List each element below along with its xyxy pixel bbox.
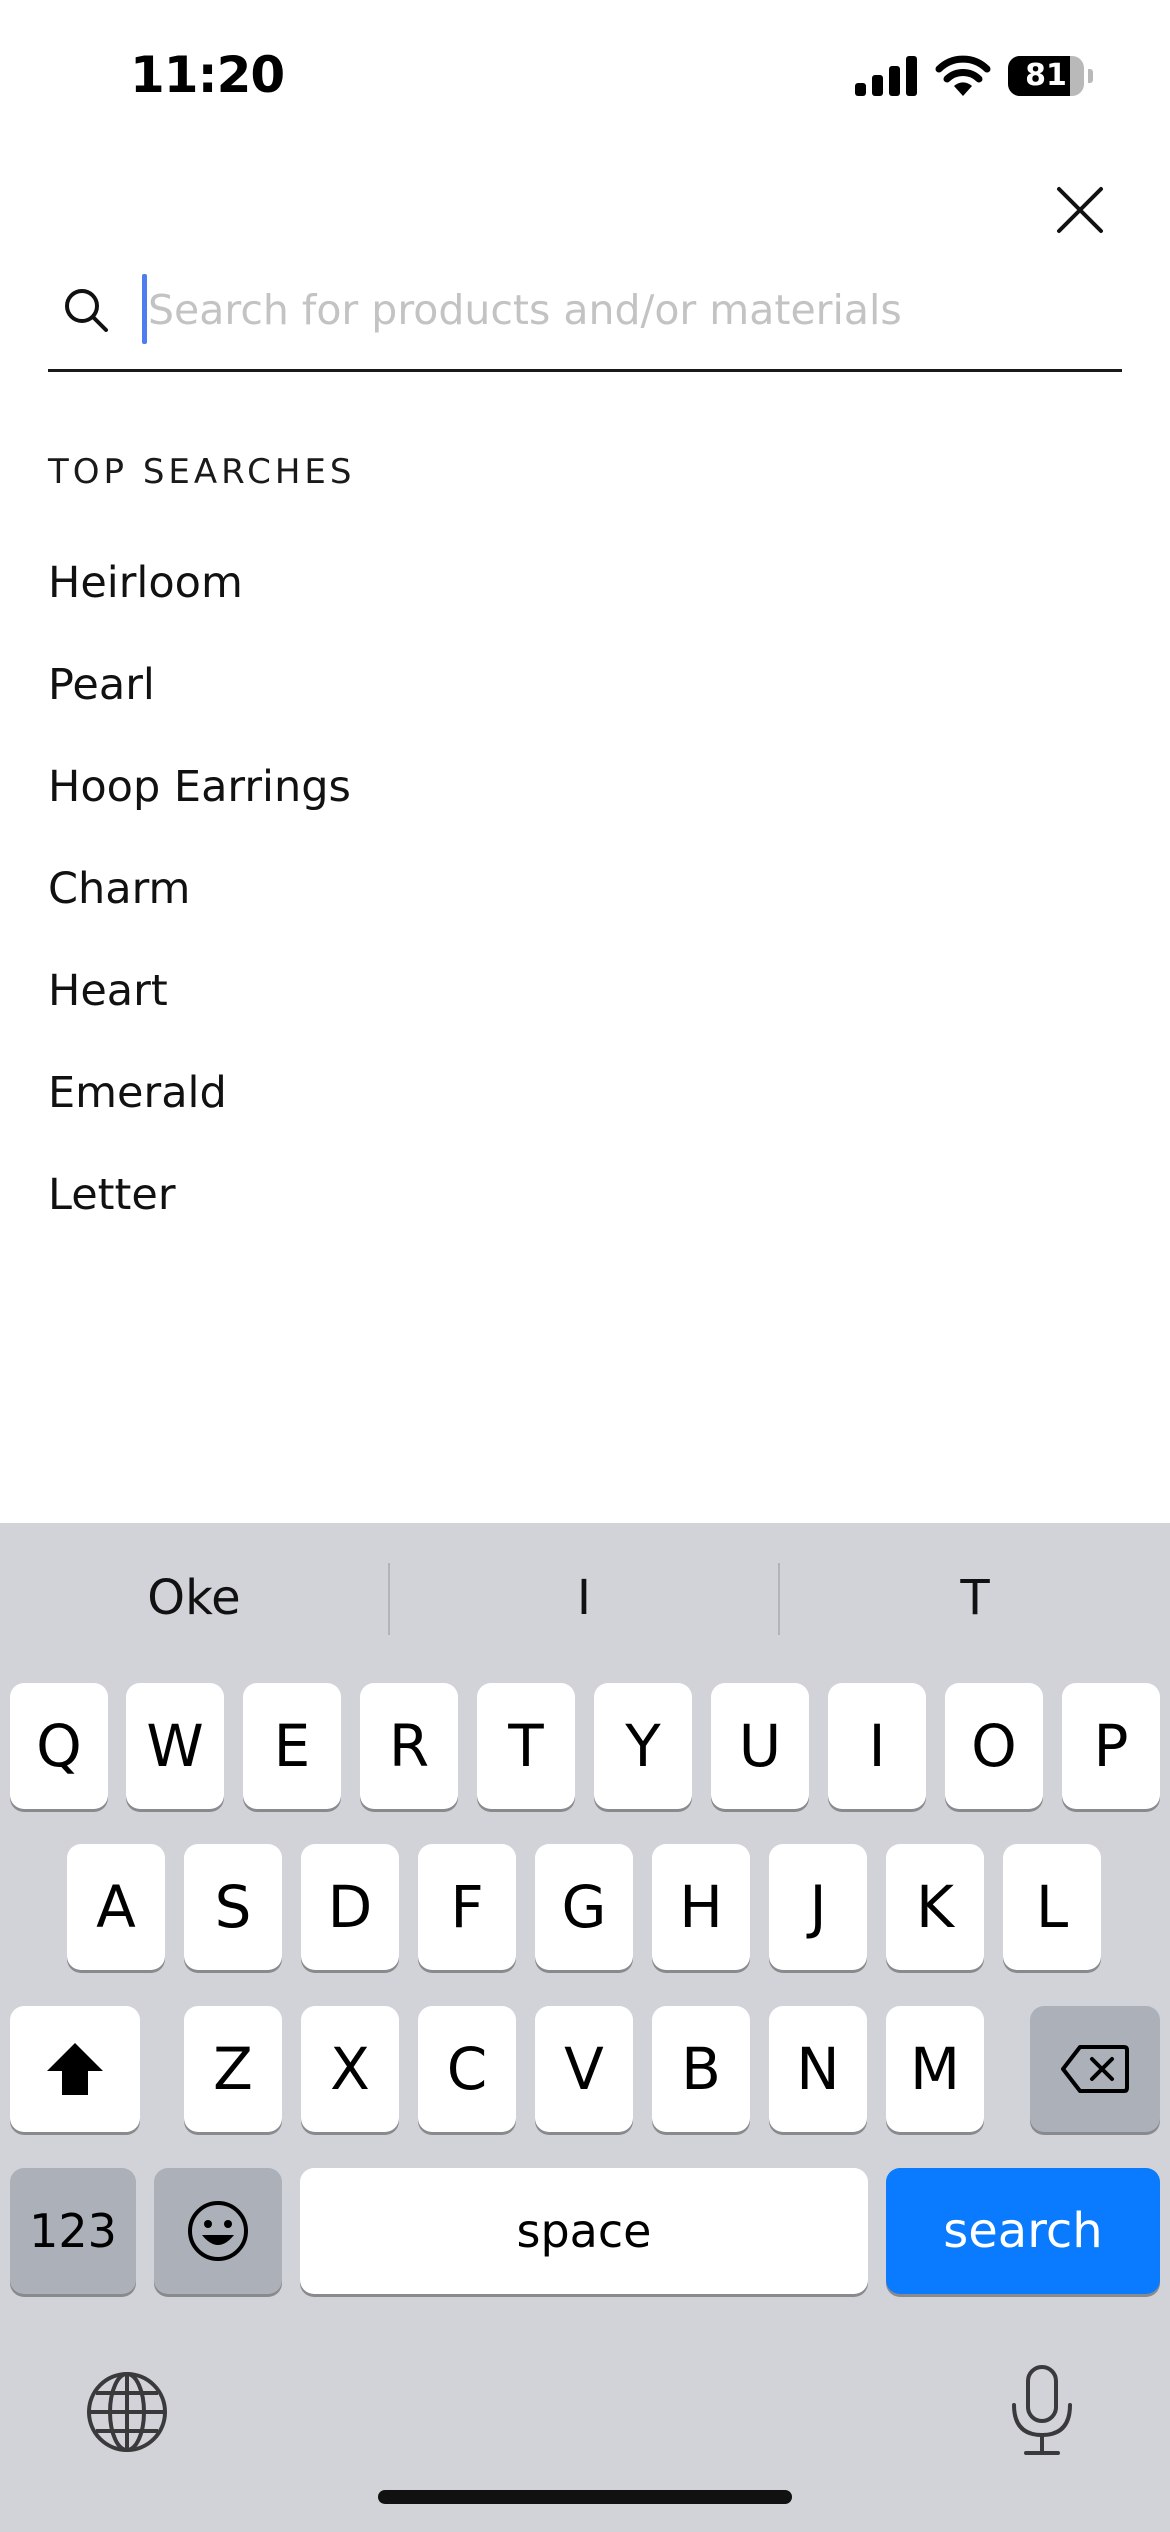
key-t[interactable]: T	[477, 1683, 575, 1809]
key-a[interactable]: A	[67, 1844, 165, 1970]
key-b[interactable]: B	[652, 2006, 750, 2132]
battery-icon: 81	[1008, 56, 1093, 96]
key-z[interactable]: Z	[184, 2006, 282, 2132]
top-search-item[interactable]: Heart	[48, 953, 948, 1055]
prediction-1[interactable]: Oke	[0, 1523, 388, 1673]
wifi-icon	[935, 55, 991, 96]
predictive-text-bar: Oke I T	[0, 1523, 1170, 1673]
numbers-key[interactable]: 123	[10, 2168, 136, 2294]
search-input[interactable]	[148, 272, 1108, 348]
microphone-icon[interactable]	[1004, 2363, 1080, 2459]
key-m[interactable]: M	[886, 2006, 984, 2132]
status-bar: 11:20 81	[0, 0, 1170, 150]
top-search-item[interactable]: Pearl	[48, 647, 948, 749]
shift-key[interactable]	[10, 2006, 140, 2132]
key-y[interactable]: Y	[594, 1683, 692, 1809]
shift-icon	[47, 2043, 103, 2095]
space-key[interactable]: space	[300, 2168, 868, 2294]
cellular-signal-icon	[855, 56, 917, 96]
key-j[interactable]: J	[769, 1844, 867, 1970]
delete-key[interactable]	[1030, 2006, 1160, 2132]
key-d[interactable]: D	[301, 1844, 399, 1970]
emoji-icon	[188, 2201, 248, 2261]
top-searches-list: Heirloom Pearl Hoop Earrings Charm Heart…	[48, 545, 948, 1259]
text-cursor	[142, 274, 147, 344]
key-l[interactable]: L	[1003, 1844, 1101, 1970]
key-q[interactable]: Q	[10, 1683, 108, 1809]
key-o[interactable]: O	[945, 1683, 1043, 1809]
key-f[interactable]: F	[418, 1844, 516, 1970]
prediction-2[interactable]: I	[390, 1523, 778, 1673]
top-searches-heading: TOP SEARCHES	[48, 452, 356, 492]
delete-icon	[1061, 2045, 1129, 2093]
key-h[interactable]: H	[652, 1844, 750, 1970]
key-w[interactable]: W	[126, 1683, 224, 1809]
key-r[interactable]: R	[360, 1683, 458, 1809]
key-n[interactable]: N	[769, 2006, 867, 2132]
close-button[interactable]	[1040, 170, 1120, 250]
status-time: 11:20	[130, 46, 285, 104]
top-search-item[interactable]: Charm	[48, 851, 948, 953]
home-indicator	[378, 2490, 792, 2504]
top-search-item[interactable]: Letter	[48, 1157, 948, 1259]
key-u[interactable]: U	[711, 1683, 809, 1809]
emoji-key[interactable]	[154, 2168, 282, 2294]
globe-icon[interactable]	[84, 2369, 170, 2455]
close-icon	[1057, 187, 1103, 233]
key-x[interactable]: X	[301, 2006, 399, 2132]
top-search-item[interactable]: Heirloom	[48, 545, 948, 647]
battery-level: 81	[1025, 58, 1067, 93]
search-key[interactable]: search	[886, 2168, 1160, 2294]
key-g[interactable]: G	[535, 1844, 633, 1970]
search-icon	[65, 289, 108, 332]
key-i[interactable]: I	[828, 1683, 926, 1809]
top-search-item[interactable]: Emerald	[48, 1055, 948, 1157]
keyboard: Oke I T Q W E R T Y U I O P A S D F G H …	[0, 1523, 1170, 2532]
prediction-3[interactable]: T	[780, 1523, 1170, 1673]
key-e[interactable]: E	[243, 1683, 341, 1809]
key-p[interactable]: P	[1062, 1683, 1160, 1809]
key-c[interactable]: C	[418, 2006, 516, 2132]
key-s[interactable]: S	[184, 1844, 282, 1970]
key-v[interactable]: V	[535, 2006, 633, 2132]
top-search-item[interactable]: Hoop Earrings	[48, 749, 948, 851]
key-k[interactable]: K	[886, 1844, 984, 1970]
search-bar	[48, 262, 1122, 372]
